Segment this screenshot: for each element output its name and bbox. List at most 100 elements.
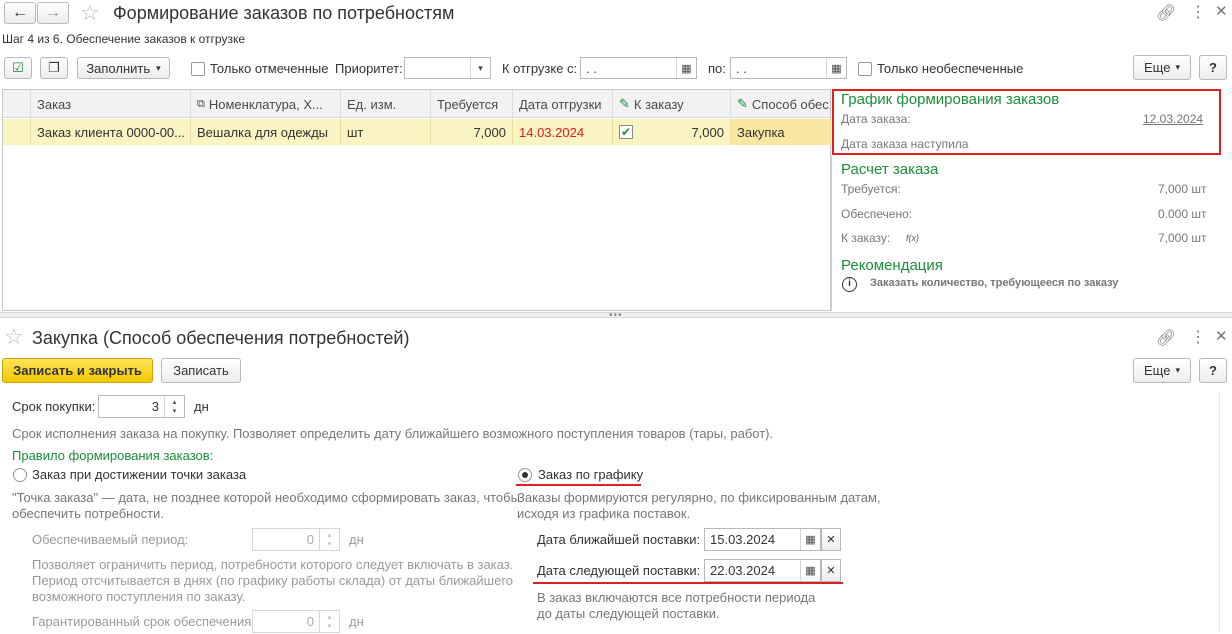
more-vert-icon[interactable]: ⋮ [1190,2,1206,22]
cell-required[interactable]: 7,000 [431,119,513,145]
back-button[interactable]: ← [4,2,36,24]
mark-all-button[interactable]: ☑ [4,57,32,79]
copy-icon: ❐ [48,60,60,75]
panel-separator [831,155,832,311]
link-icon[interactable]: 🔗︎ [1156,3,1176,23]
more-button[interactable]: Еще ▾ [1133,358,1191,383]
order-date-value[interactable]: 12.03.2024 [1143,112,1203,126]
calendar-icon[interactable]: ▦ [800,560,820,581]
schedule-option-underline [516,484,641,486]
secured-value: 0.000 шт [1158,207,1207,221]
more-button[interactable]: Еще ▾ [1133,55,1191,80]
link-icon[interactable]: 🔗︎ [1156,328,1176,348]
help-button[interactable]: ? [1199,358,1227,383]
next-delivery-underline [533,582,843,584]
nearest-delivery-input[interactable]: 15.03.2024 ▦ [704,528,821,551]
favorite-star-icon[interactable]: ☆ [80,0,100,26]
only-unsecured-label: Только необеспеченные [877,61,1024,76]
chevron-down-icon: ▾ [1175,365,1180,375]
required-value: 7,000 шт [1158,182,1207,196]
help-button[interactable]: ? [1199,55,1227,80]
order-date-note: Дата заказа наступила [841,137,969,151]
more-vert-icon[interactable]: ⋮ [1190,327,1206,347]
stepper-icon[interactable]: ▴ ▾ [319,529,339,550]
chevron-down-icon[interactable]: ▾ [470,58,490,78]
arrow-left-icon: ← [12,4,28,21]
only-unsecured-checkbox[interactable] [858,62,872,76]
close-icon: ✕ [826,534,836,546]
clear-next-button[interactable]: ✕ [821,559,841,582]
recommend-text: Заказать количество, требующееся по зака… [870,277,1119,289]
cell-item[interactable]: Вешалка для одежды [191,119,341,145]
priority-select[interactable]: ▾ [404,57,491,79]
col-ship-date[interactable]: Дата отгрузки [513,90,613,118]
guaranteed-input[interactable]: 0 ▴ ▾ [252,610,340,633]
option-schedule-label: Заказ по графику [538,467,644,482]
form-body-scrollbar[interactable] [1219,392,1227,632]
col-required[interactable]: Требуется [431,90,513,118]
check-list-icon: ☑ [12,60,24,75]
table-header: Заказ ⧉ Номенклатура, Х... Ед. изм. Треб… [3,90,830,118]
save-and-close-button[interactable]: Записать и закрыть [2,358,153,383]
calc-title: Расчет заказа [841,161,939,178]
to-order-checkbox[interactable]: ✔ [619,125,633,139]
col-to-order[interactable]: ✎ К заказу [613,90,731,118]
cell-ship-date[interactable]: 14.03.2024 [513,119,613,145]
needs-table[interactable]: Заказ ⧉ Номенклатура, Х... Ед. изм. Треб… [2,89,831,311]
cell-method[interactable]: Закупка [731,119,831,145]
close-icon[interactable]: ✕ [1215,327,1228,345]
purchase-term-input[interactable]: 3 ▴ ▾ [98,395,185,418]
close-icon: ✕ [826,565,836,577]
cell-order[interactable]: Заказ клиента 0000-00... [31,119,191,145]
required-label: Требуется: [841,182,901,196]
forward-button[interactable]: → [37,2,69,24]
days-unit: дн [194,399,209,414]
ship-from-input[interactable]: . . ▦ [580,57,697,79]
close-icon[interactable]: ✕ [1215,2,1228,20]
formula-icon[interactable]: f(x) [906,233,919,243]
calendar-icon[interactable]: ▦ [826,58,846,78]
point-note: "Точка заказа" — дата, не позднее которо… [12,490,520,521]
pencil-icon: ✎ [619,96,630,111]
order-date-label: Дата заказа: [841,112,911,126]
days-unit: дн [349,614,364,629]
save-button[interactable]: Записать [161,358,241,383]
col-method[interactable]: ✎ Способ обес [731,90,831,118]
col-unit[interactable]: Ед. изм. [341,90,431,118]
fill-button[interactable]: Заполнить ▾ [77,57,170,79]
option-schedule-radio[interactable] [518,468,532,482]
only-marked-checkbox[interactable] [191,62,205,76]
cell-unit[interactable]: шт [341,119,431,145]
period-note: Позволяет ограничить период, потребности… [32,557,514,604]
copy-button[interactable]: ❐ [40,57,68,79]
days-unit: дн [349,532,364,547]
favorite-star-icon[interactable]: ☆ [4,324,24,350]
chevron-down-icon: ▾ [1175,62,1180,72]
form-title: Закупка (Способ обеспечения потребностей… [32,328,410,348]
col-item[interactable]: ⧉ Номенклатура, Х... [191,90,341,118]
col-order[interactable]: Заказ [31,90,191,118]
stepper-icon[interactable]: ▴ ▾ [164,396,184,417]
next-delivery-label: Дата следующей поставки: [537,563,701,578]
only-marked-label: Только отмеченные [210,61,329,76]
recommend-title: Рекомендация [841,257,943,274]
ship-to-input[interactable]: . . ▦ [730,57,847,79]
guaranteed-label: Гарантированный срок обеспечения: [32,614,255,629]
clear-nearest-button[interactable]: ✕ [821,528,841,551]
ship-from-label: К отгрузке с: [502,61,578,76]
purchase-term-label: Срок покупки: [12,399,96,414]
pencil-icon: ✎ [737,96,748,111]
chevron-down-icon: ▾ [156,62,161,73]
table-row[interactable]: Заказ клиента 0000-00... Вешалка для оде… [3,119,831,145]
option-point-radio[interactable] [13,468,27,482]
to-label: по: [708,61,726,76]
purchase-term-note: Срок исполнения заказа на покупку. Позво… [12,426,774,441]
secured-period-label: Обеспечиваемый период: [32,532,189,547]
calendar-icon[interactable]: ▦ [676,58,696,78]
cell-to-order[interactable]: ✔ 7,000 [613,119,731,145]
calendar-icon[interactable]: ▦ [800,529,820,550]
nearest-delivery-label: Дата ближайшей поставки: [537,532,701,547]
next-delivery-input[interactable]: 22.03.2024 ▦ [704,559,821,582]
stepper-icon[interactable]: ▴ ▾ [319,611,339,632]
secured-period-input[interactable]: 0 ▴ ▾ [252,528,340,551]
